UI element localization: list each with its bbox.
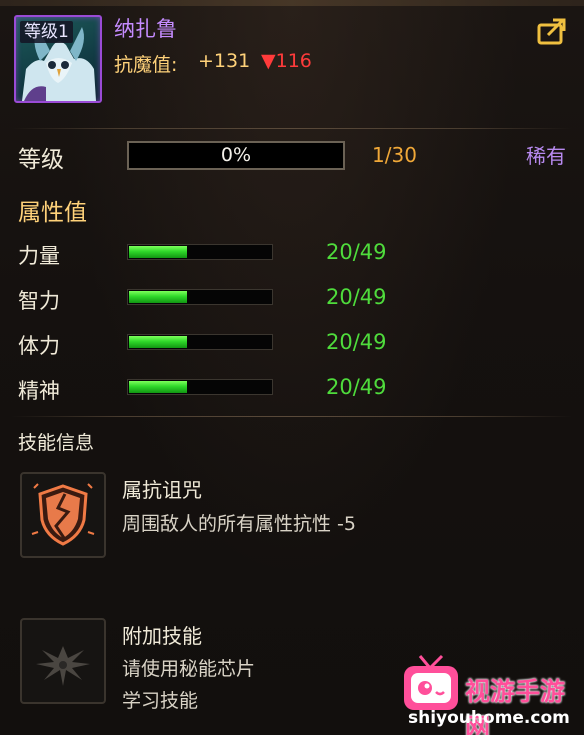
stat-label-strength: 力量 bbox=[18, 244, 60, 268]
stat-bar-intellect bbox=[127, 289, 273, 305]
level-badge: 等级1 bbox=[20, 21, 73, 43]
skill-desc-2-line-1: 请使用秘能芯片 bbox=[122, 658, 256, 680]
attributes-title: 属性值 bbox=[18, 200, 87, 226]
cracked-shield-icon bbox=[31, 483, 95, 546]
stat-bar-spirit bbox=[127, 379, 273, 395]
resist-label: 抗魔值: bbox=[114, 54, 178, 76]
skill-desc-1: 周围敌人的所有属性抗性 -5 bbox=[122, 513, 356, 535]
stat-fill bbox=[129, 246, 187, 258]
stat-value-spirit: 20/49 bbox=[326, 375, 387, 399]
level-label: 等级 bbox=[18, 147, 64, 173]
experience-percent: 0% bbox=[220, 144, 252, 166]
stat-value-intellect: 20/49 bbox=[326, 285, 387, 309]
experience-bar: 0% bbox=[127, 141, 345, 170]
skill-name-1: 属抗诅咒 bbox=[122, 478, 202, 502]
unit-info-panel: 等级1 纳扎鲁 抗魔值: +131 ▼116 等级 0% 1/30 稀有 属性值… bbox=[0, 0, 584, 735]
stat-fill bbox=[129, 381, 187, 393]
resist-bonus: +131 bbox=[198, 50, 251, 72]
stat-bar-strength bbox=[127, 244, 273, 260]
skill-name-2: 附加技能 bbox=[122, 624, 202, 648]
skill-slot-1[interactable] bbox=[20, 472, 106, 558]
stat-fill bbox=[129, 291, 187, 303]
stat-label-stamina: 体力 bbox=[18, 334, 60, 358]
stat-label-spirit: 精神 bbox=[18, 379, 60, 403]
header-divider bbox=[12, 128, 572, 129]
stat-value-strength: 20/49 bbox=[326, 240, 387, 264]
skill-desc-2-line-2: 学习技能 bbox=[122, 690, 199, 712]
skills-divider bbox=[12, 416, 572, 417]
unit-portrait[interactable]: 等级1 bbox=[14, 15, 102, 103]
skills-title: 技能信息 bbox=[18, 432, 95, 454]
rarity-label: 稀有 bbox=[526, 144, 566, 168]
watermark-url: shiyouhome.com bbox=[408, 708, 570, 728]
skill-slot-2[interactable] bbox=[20, 618, 106, 704]
tv-mascot-icon bbox=[404, 654, 458, 710]
wing-emblem-icon bbox=[36, 646, 90, 686]
stat-label-intellect: 智力 bbox=[18, 289, 60, 313]
resist-penalty: ▼116 bbox=[261, 50, 312, 72]
level-count: 1/30 bbox=[372, 143, 417, 167]
export-icon[interactable] bbox=[536, 16, 568, 46]
stat-fill bbox=[129, 336, 187, 348]
top-border-strip bbox=[0, 0, 584, 6]
stat-bar-stamina bbox=[127, 334, 273, 350]
stat-value-stamina: 20/49 bbox=[326, 330, 387, 354]
unit-name: 纳扎鲁 bbox=[114, 17, 177, 41]
